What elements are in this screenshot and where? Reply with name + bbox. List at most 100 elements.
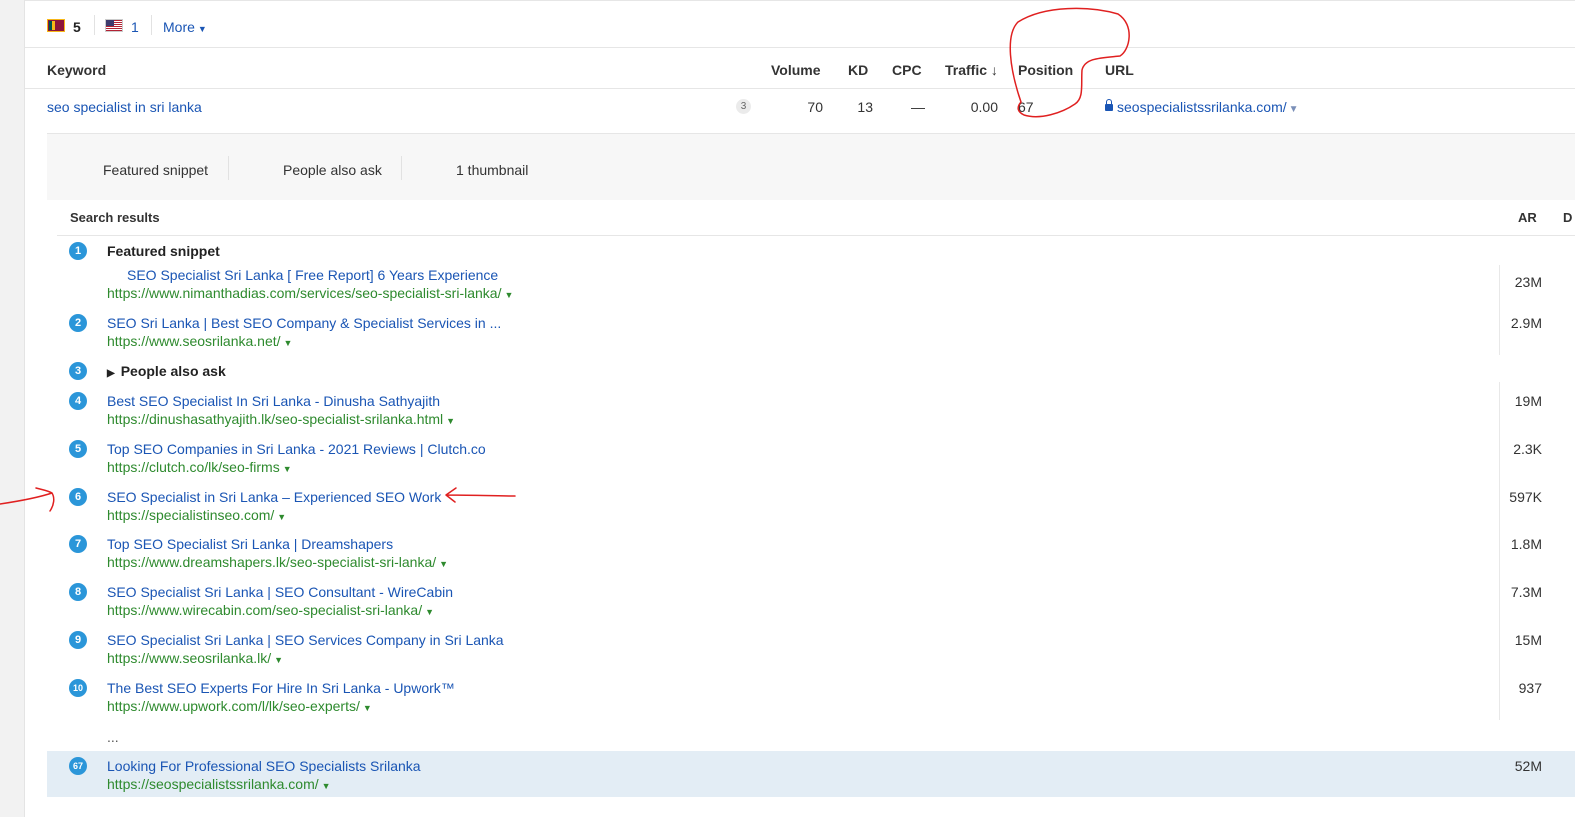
result-url[interactable]: https://www.upwork.com/l/lk/seo-experts/… [107,698,372,714]
col-kd[interactable]: KD [848,62,868,78]
caret-down-icon[interactable]: ▼ [439,559,448,569]
col-d[interactable]: D [1563,210,1572,225]
usa-flag-icon[interactable] [105,19,123,32]
feature-featured-snippet[interactable]: Featured snippet [103,162,208,178]
cpc-value: — [911,99,925,115]
col-url[interactable]: URL [1105,62,1134,78]
result-title[interactable]: SEO Sri Lanka | Best SEO Company & Speci… [107,315,501,331]
result-url-text: https://specialistinseo.com/ [107,507,275,523]
caret-down-icon[interactable]: ▼ [363,703,372,713]
col-cpc[interactable]: CPC [892,62,922,78]
caret-right-icon: ▶ [107,368,115,379]
divider [401,156,402,180]
ar-value: 937 [1518,680,1542,696]
result-title[interactable]: The Best SEO Experts For Hire In Sri Lan… [107,680,455,696]
col-keyword[interactable]: Keyword [47,62,106,78]
sri-lanka-flag-icon[interactable] [47,19,65,32]
caret-down-icon[interactable]: ▼ [277,512,286,522]
result-url-text: https://www.wirecabin.com/seo-specialist… [107,602,423,618]
result-row: 6 SEO Specialist in Sri Lanka – Experien… [47,488,1575,528]
country-count-us[interactable]: 1 [131,19,139,35]
result-url-text: https://dinushasathyajith.lk/seo-special… [107,411,444,427]
more-label: More [163,19,195,35]
result-title[interactable]: SEO Specialist Sri Lanka | SEO Consultan… [107,584,453,600]
result-title[interactable]: SEO Specialist in Sri Lanka – Experience… [107,489,441,505]
result-row: 2 SEO Sri Lanka | Best SEO Company & Spe… [47,314,1575,354]
result-url[interactable]: https://clutch.co/lk/seo-firms ▼ [107,459,292,475]
result-title[interactable]: SEO Specialist Sri Lanka | SEO Services … [107,632,504,648]
result-url[interactable]: https://www.seosrilanka.net/▼ [107,333,292,349]
col-position[interactable]: Position [1018,62,1073,78]
result-url[interactable]: https://seospecialistssrilanka.com/▼ [107,776,331,792]
feature-people-also-ask[interactable]: People also ask [283,162,382,178]
result-url[interactable]: https://specialistinseo.com/▼ [107,507,286,523]
left-rail [0,0,25,817]
people-also-ask-toggle[interactable]: ▶ People also ask [107,363,226,379]
position-badge: 4 [69,392,87,410]
result-row: 4 Best SEO Specialist In Sri Lanka - Din… [47,392,1575,432]
col-ar[interactable]: AR [1518,210,1537,225]
volume-value: 70 [807,99,823,115]
lock-icon [1105,99,1113,111]
ar-value: 15M [1514,632,1542,648]
featured-snippet-label: Featured snippet [107,243,220,259]
result-title[interactable]: Best SEO Specialist In Sri Lanka - Dinus… [107,393,440,409]
divider [57,235,1575,236]
search-results: Search results AR D 1 Featured snippet S… [47,200,1575,817]
result-url[interactable]: https://www.seosrilanka.lk/▼ [107,650,283,666]
result-url-text: https://clutch.co/lk/seo-firms [107,459,280,475]
result-title[interactable]: Looking For Professional SEO Specialists… [107,758,421,774]
result-url[interactable]: https://www.dreamshapers.lk/seo-speciali… [107,554,448,570]
result-url[interactable]: https://www.wirecabin.com/seo-specialist… [107,602,434,618]
caret-down-icon: ▼ [197,24,207,34]
traffic-value: 0.00 [970,99,998,115]
caret-down-icon[interactable]: ▼ [425,607,434,617]
position-badge: 10 [69,679,87,697]
more-countries-button[interactable]: More ▼ [163,19,207,35]
result-title[interactable]: SEO Specialist Sri Lanka [ Free Report] … [127,267,498,283]
result-title[interactable]: Top SEO Specialist Sri Lanka | Dreamshap… [107,536,393,552]
ar-value: 19M [1514,393,1542,409]
caret-down-icon[interactable]: ▼ [1289,104,1299,115]
position-badge: 5 [69,440,87,458]
position-badge: 9 [69,631,87,649]
keywords-panel: 5 1 More ▼ Keyword Volume KD CPC Traffic … [25,0,1575,817]
result-title[interactable]: Top SEO Companies in Sri Lanka - 2021 Re… [107,441,486,457]
caret-down-icon[interactable]: ▼ [446,416,455,426]
ar-value: 7.3M [1510,584,1542,600]
result-url-text: https://www.upwork.com/l/lk/seo-experts/ [107,698,360,714]
caret-down-icon[interactable]: ▼ [322,781,331,791]
ar-value: 597K [1509,489,1542,505]
position-badge: 1 [69,242,87,260]
ar-value: 2.9M [1510,315,1542,331]
caret-down-icon[interactable]: ▼ [283,464,292,474]
country-count-lk[interactable]: 5 [73,19,81,35]
caret-down-icon[interactable]: ▼ [284,338,293,348]
result-url-text: https://seospecialistssrilanka.com/ [107,776,319,792]
position-badge: 7 [69,535,87,553]
ar-value: 2.3K [1513,441,1542,457]
result-row: 8 SEO Specialist Sri Lanka | SEO Consult… [47,583,1575,623]
divider [151,15,152,35]
divider [25,88,1575,89]
col-traffic[interactable]: Traffic ↓ [945,62,998,78]
divider [228,156,229,180]
result-row: 9 SEO Specialist Sri Lanka | SEO Service… [47,631,1575,671]
keyword-link[interactable]: seo specialist in sri lanka [47,99,202,115]
ranking-url-text: seospecialistssrilanka.com/ [1117,99,1287,115]
col-volume[interactable]: Volume [771,62,821,78]
position-badge: 6 [69,488,87,506]
position-badge: 2 [69,314,87,332]
caret-down-icon[interactable]: ▼ [274,655,283,665]
feature-thumbnail[interactable]: 1 thumbnail [456,162,528,178]
result-url-text: https://www.dreamshapers.lk/seo-speciali… [107,554,437,570]
ar-value: 1.8M [1510,536,1542,552]
result-url-text: https://www.seosrilanka.lk/ [107,650,272,666]
search-results-heading: Search results [70,210,160,225]
ranking-url-link[interactable]: seospecialistssrilanka.com/▼ [1105,99,1299,115]
serp-features-count-badge[interactable]: 3 [736,99,751,114]
result-url[interactable]: https://www.nimanthadias.com/services/se… [107,285,513,301]
result-url[interactable]: https://dinushasathyajith.lk/seo-special… [107,411,455,427]
result-row-highlighted: 67 Looking For Professional SEO Speciali… [47,751,1575,797]
caret-down-icon[interactable]: ▼ [504,290,513,300]
